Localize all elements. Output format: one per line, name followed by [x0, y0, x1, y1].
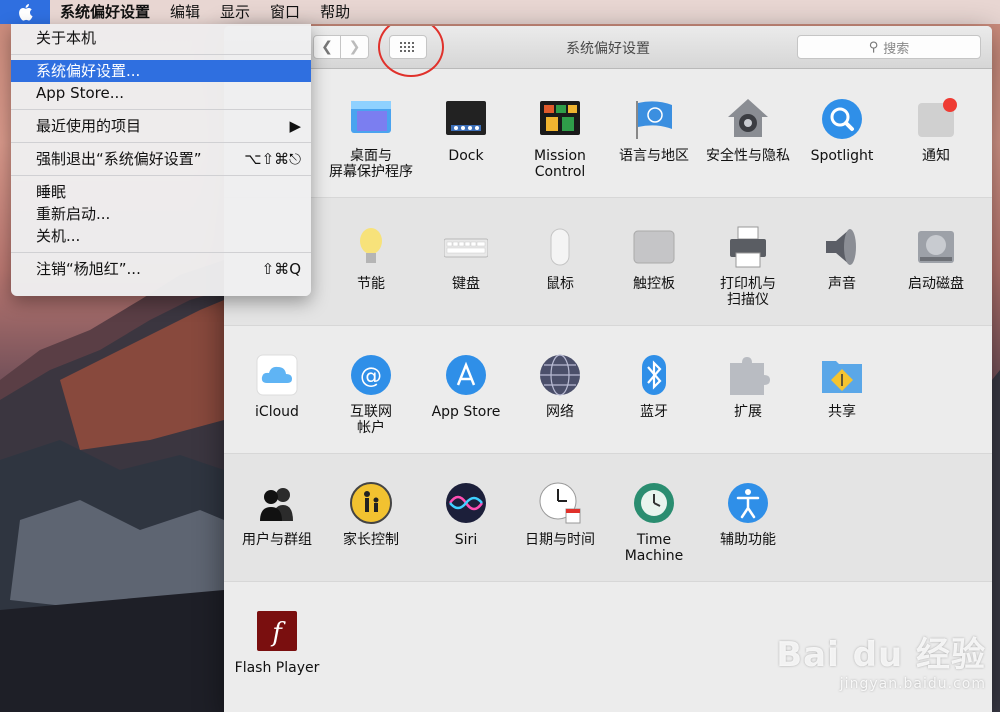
baidu-jingyan-watermark: Bai du 经验 jingyan.baidu.com [776, 627, 986, 692]
sharing-icon [819, 352, 865, 398]
flash-player-icon: f [254, 608, 300, 654]
menu-separator [11, 252, 311, 253]
keyboard-icon [443, 224, 489, 270]
watermark-brand: Bai du 经验 [776, 635, 986, 675]
pane-desktop-screensaver[interactable]: 桌面与 屏幕保护程序 [324, 96, 418, 180]
parental-controls-icon [348, 480, 394, 526]
language-region-icon [631, 96, 677, 142]
menu-edit[interactable]: 编辑 [160, 0, 210, 24]
menu-separator [11, 175, 311, 176]
pane-accessibility[interactable]: 辅助功能 [701, 480, 795, 548]
pane-app-store[interactable]: App Store [419, 352, 513, 420]
date-time-icon [537, 480, 583, 526]
printer-scanner-icon [725, 224, 771, 270]
app-store-icon [443, 352, 489, 398]
trackpad-icon [631, 224, 677, 270]
shortcut-label: ⌥⇧⌘⎋ [244, 150, 301, 168]
sound-icon [819, 224, 865, 270]
notifications-icon [913, 96, 959, 142]
pane-spotlight[interactable]: Spotlight [795, 96, 889, 164]
extensions-icon [725, 352, 771, 398]
pane-siri[interactable]: Siri [419, 480, 513, 548]
pane-internet-accounts[interactable]: @ 互联网 帐户 [324, 352, 418, 436]
search-placeholder: 搜索 [883, 41, 910, 57]
menu-window[interactable]: 窗口 [260, 0, 310, 24]
pane-printer-scanner[interactable]: 打印机与 扫描仪 [701, 224, 795, 308]
apple-menu-button[interactable] [0, 0, 50, 24]
pane-flash-player[interactable]: f Flash Player [230, 608, 324, 676]
apple-logo-icon [19, 4, 33, 21]
menu-item-recent-items[interactable]: 最近使用的项目 ▶ [11, 115, 311, 137]
prefs-section-personal: 桌面与 屏幕保护程序 Dock Mission Control 语言与地区 安全… [224, 70, 992, 198]
security-privacy-icon [725, 96, 771, 142]
submenu-arrow-icon: ▶ [289, 117, 301, 135]
shortcut-label: ⇧⌘Q [261, 260, 301, 278]
menu-separator [11, 54, 311, 55]
icloud-icon [254, 352, 300, 398]
users-groups-icon [254, 480, 300, 526]
menu-item-log-out[interactable]: 注销“杨旭红”... ⇧⌘Q [11, 258, 311, 280]
time-machine-icon [631, 480, 677, 526]
menu-item-about-this-mac[interactable]: 关于本机 [11, 27, 311, 49]
menu-bar: 系统偏好设置 编辑 显示 窗口 帮助 [0, 0, 1000, 24]
pane-icloud[interactable]: iCloud [230, 352, 324, 420]
accessibility-icon [725, 480, 771, 526]
menu-separator [11, 109, 311, 110]
menu-item-restart[interactable]: 重新启动... [11, 203, 311, 225]
watermark-url: jingyan.baidu.com [839, 676, 986, 692]
pane-startup-disk[interactable]: 启动磁盘 [889, 224, 983, 292]
menu-item-shut-down[interactable]: 关机... [11, 225, 311, 247]
prefs-section-internet: iCloud @ 互联网 帐户 App Store 网络 蓝牙 扩展 共享 [224, 326, 992, 454]
pane-trackpad[interactable]: 触控板 [607, 224, 701, 292]
pane-security-privacy[interactable]: 安全性与隐私 [701, 96, 795, 164]
pane-bluetooth[interactable]: 蓝牙 [607, 352, 701, 420]
prefs-section-hardware: 节能 键盘 鼠标 触控板 打印机与 扫描仪 声音 启动磁盘 [224, 198, 992, 326]
window-toolbar: ❮ ❯ 系统偏好设置 ⚲ 搜索 [224, 26, 992, 77]
siri-icon [443, 480, 489, 526]
prefs-section-system: 用户与群组 家长控制 Siri 日期与时间 Time Machine 辅助功能 [224, 454, 992, 582]
mission-control-icon [537, 96, 583, 142]
pane-mouse[interactable]: 鼠标 [513, 224, 607, 292]
energy-saver-icon [348, 224, 394, 270]
pane-language-region[interactable]: 语言与地区 [607, 96, 701, 164]
apple-menu-dropdown: 关于本机 系统偏好设置... App Store... 最近使用的项目 ▶ 强制… [11, 24, 311, 296]
pane-network[interactable]: 网络 [513, 352, 607, 420]
menu-item-system-preferences[interactable]: 系统偏好设置... [11, 60, 311, 82]
system-preferences-window: ❮ ❯ 系统偏好设置 ⚲ 搜索 桌面与 屏幕保护程序 Dock Mission … [224, 26, 992, 712]
pane-parental-controls[interactable]: 家长控制 [324, 480, 418, 548]
menu-view[interactable]: 显示 [210, 0, 260, 24]
pane-sharing[interactable]: 共享 [795, 352, 889, 420]
spotlight-icon [819, 96, 865, 142]
startup-disk-icon [913, 224, 959, 270]
pane-users-groups[interactable]: 用户与群组 [230, 480, 324, 548]
menu-item-app-store[interactable]: App Store... [11, 82, 311, 104]
pane-energy-saver[interactable]: 节能 [324, 224, 418, 292]
menu-item-sleep[interactable]: 睡眠 [11, 181, 311, 203]
pane-dock[interactable]: Dock [419, 96, 513, 164]
svg-text:@: @ [360, 364, 382, 389]
desktop-screensaver-icon [348, 96, 394, 142]
menu-help[interactable]: 帮助 [310, 0, 360, 24]
menu-app-name[interactable]: 系统偏好设置 [50, 0, 160, 24]
pane-date-time[interactable]: 日期与时间 [513, 480, 607, 548]
network-icon [537, 352, 583, 398]
pane-mission-control[interactable]: Mission Control [513, 96, 607, 180]
menu-separator [11, 142, 311, 143]
pane-notifications[interactable]: 通知 [889, 96, 983, 164]
search-icon: ⚲ [868, 39, 879, 55]
bluetooth-icon [631, 352, 677, 398]
internet-accounts-icon: @ [348, 352, 394, 398]
search-field[interactable]: ⚲ 搜索 [797, 35, 981, 59]
pane-extensions[interactable]: 扩展 [701, 352, 795, 420]
pane-time-machine[interactable]: Time Machine [607, 480, 701, 564]
pane-keyboard[interactable]: 键盘 [419, 224, 513, 292]
menu-item-force-quit[interactable]: 强制退出“系统偏好设置” ⌥⇧⌘⎋ [11, 148, 311, 170]
mouse-icon [537, 224, 583, 270]
dock-icon [443, 96, 489, 142]
pane-sound[interactable]: 声音 [795, 224, 889, 292]
